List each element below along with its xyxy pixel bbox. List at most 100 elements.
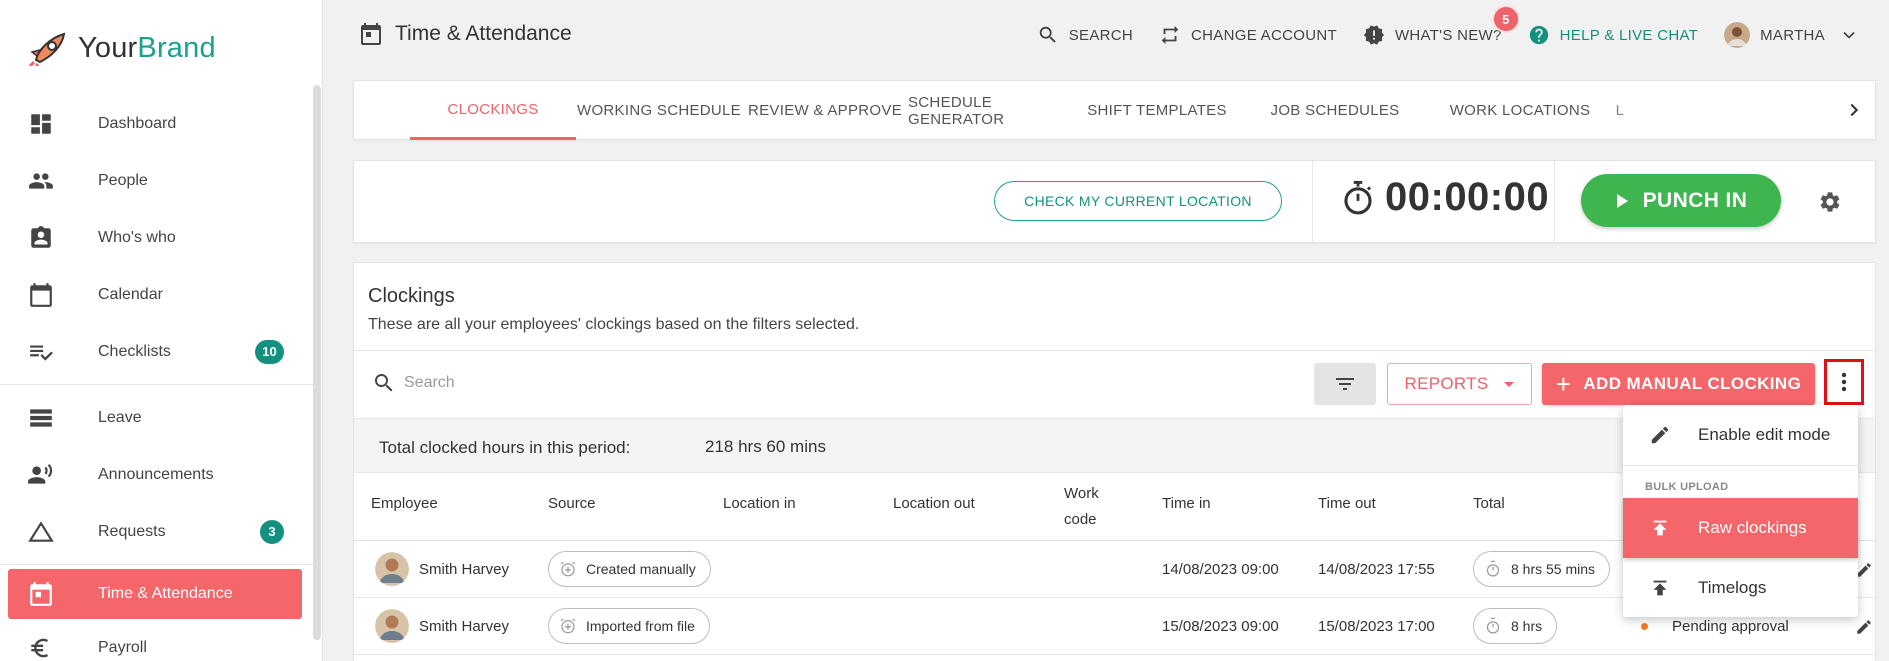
sidebar-item-checklists[interactable]: Checklists 10 <box>0 323 310 380</box>
stopwatch-icon <box>1486 617 1500 634</box>
column-header-location-in[interactable]: Location in <box>723 492 796 516</box>
sidebar-item-time-attendance[interactable]: Time & Attendance <box>8 569 302 619</box>
punch-panel: CHECK MY CURRENT LOCATION 00:00:00 PUNCH… <box>353 160 1876 244</box>
page-title-wrap: Time & Attendance <box>359 22 572 46</box>
punch-in-button[interactable]: PUNCH IN <box>1581 174 1781 227</box>
column-header-work-code[interactable]: Work code <box>1064 481 1099 533</box>
top-header: Time & Attendance SEARCH CHANGE ACCOUNT … <box>323 0 1889 70</box>
sidebar-item-announcements[interactable]: Announcements <box>0 446 310 503</box>
tab-shift-templates[interactable]: SHIFT TEMPLATES <box>1074 81 1240 140</box>
contact-card-icon <box>31 225 51 248</box>
alert-badge-icon <box>1363 25 1385 45</box>
tab-job-schedules[interactable]: JOB SCHEDULES <box>1240 81 1430 140</box>
menu-item-enable-edit-mode[interactable]: Enable edit mode <box>1623 405 1858 465</box>
upload-icon <box>1653 580 1667 596</box>
chevron-right-icon[interactable] <box>1843 99 1865 121</box>
section-title: Clockings <box>368 285 455 307</box>
avatar <box>375 609 409 643</box>
search-icon <box>1039 26 1056 43</box>
help-icon <box>1529 25 1548 45</box>
calendar-today-icon <box>361 23 381 45</box>
menu-item-timelogs[interactable]: Timelogs <box>1623 558 1858 618</box>
source-chip: Imported from file <box>548 608 710 644</box>
more-options-button[interactable] <box>1824 359 1864 405</box>
rocket-icon <box>28 32 66 66</box>
play-icon <box>1616 193 1628 208</box>
reports-dropdown-button[interactable]: REPORTS <box>1387 363 1532 405</box>
add-manual-clocking-button[interactable]: + ADD MANUAL CLOCKING <box>1542 363 1815 405</box>
plus-icon: + <box>1555 369 1572 399</box>
caret-down-icon <box>1504 381 1515 387</box>
employee-cell: Smith Harvey <box>375 541 509 597</box>
user-menu[interactable]: MARTHA <box>1724 22 1859 48</box>
total-chip: 8 hrs 55 mins <box>1473 551 1611 587</box>
tab-schedule-generator[interactable]: SCHEDULE GENERATOR <box>908 81 1074 140</box>
status-label: Pending approval <box>1672 617 1789 635</box>
source-cell: Created manually <box>548 541 711 597</box>
status-dot <box>1641 622 1648 630</box>
sidebar-item-calendar[interactable]: Calendar <box>0 266 310 323</box>
edit-icon[interactable] <box>1855 618 1873 636</box>
page-title: Time & Attendance <box>395 22 572 45</box>
gear-icon[interactable] <box>1818 190 1842 214</box>
column-header-time-in[interactable]: Time in <box>1162 492 1211 516</box>
avatar <box>375 552 409 586</box>
checklists-badge: 10 <box>255 339 284 364</box>
whats-new-button[interactable]: WHAT'S NEW? 5 <box>1363 5 1520 46</box>
filter-icon <box>1336 378 1354 390</box>
tab-working-schedule[interactable]: WORKING SCHEDULE <box>576 81 742 140</box>
timer-value: 00:00:00 <box>1385 175 1550 219</box>
sidebar-item-dashboard[interactable]: Dashboard <box>0 95 310 152</box>
checklist-icon <box>30 345 53 361</box>
euro-icon <box>31 638 49 657</box>
time-in-cell: 14/08/2023 09:00 <box>1162 560 1279 578</box>
sidebar-item-leave[interactable]: Leave <box>0 389 310 446</box>
divider <box>1623 465 1858 466</box>
sidebar-nav: Dashboard People Who's who Calendar Chec… <box>0 95 313 661</box>
time-out-cell: 14/08/2023 17:55 <box>1318 560 1435 578</box>
help-live-chat-button[interactable]: HELP & LIVE CHAT <box>1528 24 1698 46</box>
change-account-button[interactable]: CHANGE ACCOUNT <box>1159 24 1337 46</box>
section-subtitle: These are all your employees' clockings … <box>368 316 860 333</box>
column-header-total[interactable]: Total <box>1473 492 1505 516</box>
calendar-today-icon <box>30 582 52 606</box>
sidebar-item-requests[interactable]: Requests 3 <box>0 503 310 560</box>
clockings-search-input[interactable] <box>404 367 904 399</box>
requests-badge: 3 <box>260 519 284 544</box>
tab-truncated[interactable]: L <box>1610 81 1630 140</box>
top-actions: SEARCH CHANGE ACCOUNT WHAT'S NEW? 5 HELP… <box>1011 5 1859 50</box>
brand-logo[interactable]: YourBrand <box>28 28 216 68</box>
menu-item-raw-clockings[interactable]: Raw clockings <box>1623 498 1858 558</box>
dashboard-icon <box>31 113 51 134</box>
tab-work-locations[interactable]: WORK LOCATIONS <box>1430 81 1610 140</box>
header-search-button[interactable]: SEARCH <box>1037 24 1133 46</box>
whats-new-count-badge: 5 <box>1491 5 1520 33</box>
megaphone-icon <box>28 463 53 484</box>
column-header-source[interactable]: Source <box>548 492 596 516</box>
sidebar-item-whos-who[interactable]: Who's who <box>0 209 310 266</box>
column-header-time-out[interactable]: Time out <box>1318 492 1376 516</box>
people-icon <box>29 172 53 189</box>
sidebar-item-payroll[interactable]: Payroll <box>0 619 310 661</box>
search-icon <box>375 374 393 392</box>
column-header-location-out[interactable]: Location out <box>893 492 975 516</box>
menu-section-label: BULK UPLOAD <box>1645 481 1729 493</box>
tab-review-approve[interactable]: REVIEW & APPROVE <box>742 81 908 140</box>
total-cell: 8 hrs <box>1473 598 1558 654</box>
nav-divider <box>0 384 313 385</box>
filter-button[interactable] <box>1314 363 1376 405</box>
check-location-button[interactable]: CHECK MY CURRENT LOCATION <box>994 181 1282 221</box>
time-out-cell: 15/08/2023 17:00 <box>1318 617 1435 635</box>
source-chip: Created manually <box>548 551 711 587</box>
sidebar: YourBrand Dashboard People Who's who Cal… <box>0 0 323 661</box>
sidebar-scrollbar[interactable] <box>313 85 321 640</box>
user-avatar <box>1724 22 1751 48</box>
brand-name: YourBrand <box>78 31 216 64</box>
alarm-add-icon <box>560 618 576 634</box>
triangle-icon <box>28 520 54 542</box>
column-header-employee[interactable]: Employee <box>371 492 438 516</box>
total-hours-value: 218 hrs 60 mins <box>705 437 826 456</box>
total-cell: 8 hrs 55 mins <box>1473 541 1611 597</box>
sidebar-item-people[interactable]: People <box>0 152 310 209</box>
tab-clockings[interactable]: CLOCKINGS <box>410 81 576 140</box>
